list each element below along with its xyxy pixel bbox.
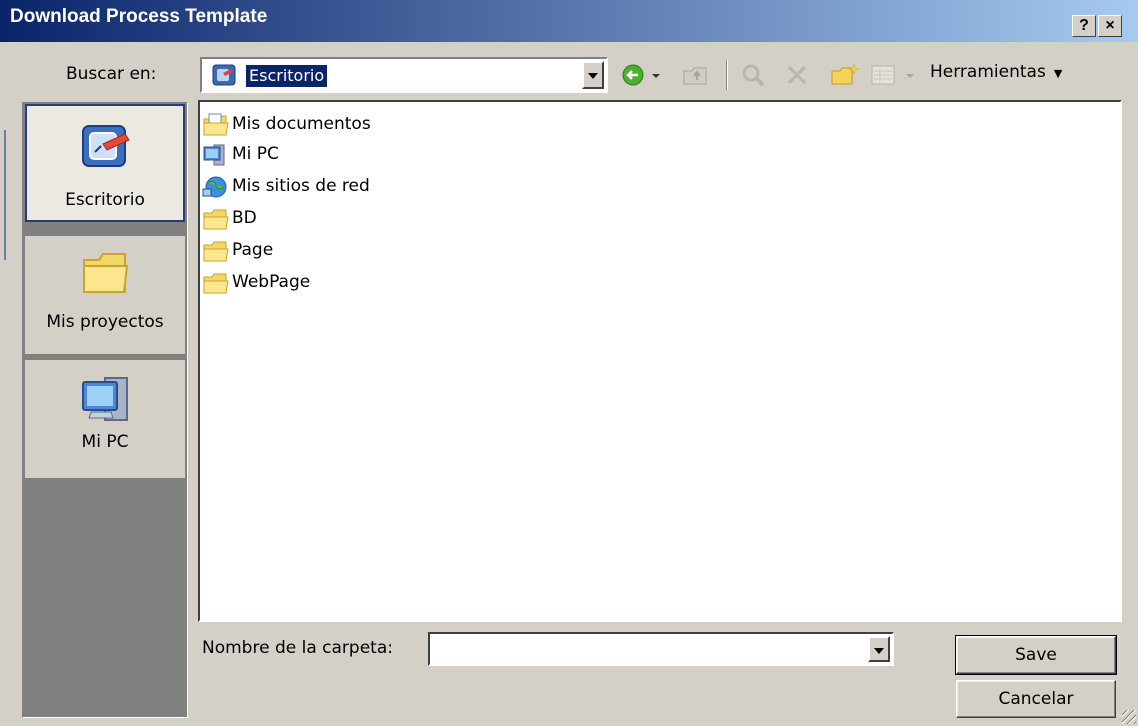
place-my-projects-label: Mis proyectos bbox=[46, 312, 164, 332]
toolbar-separator bbox=[726, 60, 728, 90]
new-folder-button[interactable] bbox=[826, 60, 862, 90]
file-list[interactable]: Mis documentos Mi PC Mis sitios de red B… bbox=[198, 100, 1122, 622]
list-item-label: BD bbox=[232, 208, 257, 228]
look-in-dropdown-button[interactable] bbox=[582, 61, 604, 89]
look-in-label: Buscar en: bbox=[66, 64, 157, 84]
folder-icon bbox=[202, 271, 230, 295]
place-desktop-label: Escritorio bbox=[65, 190, 145, 210]
search-web-icon bbox=[740, 62, 768, 92]
cancel-button[interactable]: Cancelar bbox=[956, 680, 1116, 718]
look-in-value: Escritorio bbox=[244, 64, 329, 88]
help-button[interactable]: ? bbox=[1072, 15, 1096, 37]
list-item-label: Mis documentos bbox=[232, 114, 371, 134]
back-arrow-icon bbox=[620, 62, 670, 92]
place-my-computer-label: Mi PC bbox=[81, 432, 129, 452]
place-my-computer[interactable]: Mi PC bbox=[25, 360, 185, 478]
tools-menu-label: Herramientas bbox=[930, 62, 1046, 82]
list-item-label: Mis sitios de red bbox=[232, 176, 370, 196]
save-button[interactable]: Save bbox=[955, 635, 1117, 675]
views-button[interactable] bbox=[868, 60, 924, 90]
computer-icon bbox=[202, 143, 230, 167]
window-title: Download Process Template bbox=[10, 6, 268, 27]
delete-button[interactable] bbox=[780, 60, 814, 90]
tools-menu[interactable]: Herramientas ▼ bbox=[930, 62, 1062, 88]
look-in-combo[interactable]: Escritorio bbox=[200, 57, 608, 93]
views-icon bbox=[870, 62, 924, 92]
desktop-icon bbox=[81, 122, 133, 176]
up-folder-button[interactable] bbox=[678, 60, 714, 90]
computer-icon bbox=[79, 372, 133, 430]
chevron-down-icon: ▼ bbox=[1053, 67, 1063, 80]
network-icon bbox=[202, 175, 230, 199]
up-folder-icon bbox=[682, 62, 710, 92]
place-my-projects[interactable]: Mis proyectos bbox=[25, 236, 185, 354]
list-item-label: Page bbox=[232, 240, 274, 260]
new-folder-icon bbox=[830, 62, 860, 92]
folder-icon bbox=[81, 248, 131, 302]
folder-name-dropdown-button[interactable] bbox=[868, 636, 890, 662]
folder-name-combo[interactable] bbox=[428, 632, 894, 666]
back-button[interactable] bbox=[620, 60, 670, 90]
desktop-icon bbox=[212, 63, 238, 93]
documents-folder-icon bbox=[202, 113, 230, 137]
folder-name-input[interactable] bbox=[432, 636, 856, 664]
list-item-label: WebPage bbox=[232, 272, 311, 292]
close-button[interactable]: × bbox=[1098, 15, 1122, 37]
list-item-label: Mi PC bbox=[232, 144, 279, 164]
folder-icon bbox=[202, 207, 230, 231]
place-desktop[interactable]: Escritorio bbox=[25, 104, 185, 222]
delete-icon bbox=[784, 62, 810, 92]
resize-grip[interactable] bbox=[1122, 710, 1136, 724]
window-edge-line bbox=[4, 130, 6, 260]
folder-name-label: Nombre de la carpeta: bbox=[202, 638, 393, 658]
folder-icon bbox=[202, 239, 230, 263]
search-web-button[interactable] bbox=[736, 60, 772, 90]
title-bar[interactable]: Download Process Template ? × bbox=[0, 0, 1138, 42]
